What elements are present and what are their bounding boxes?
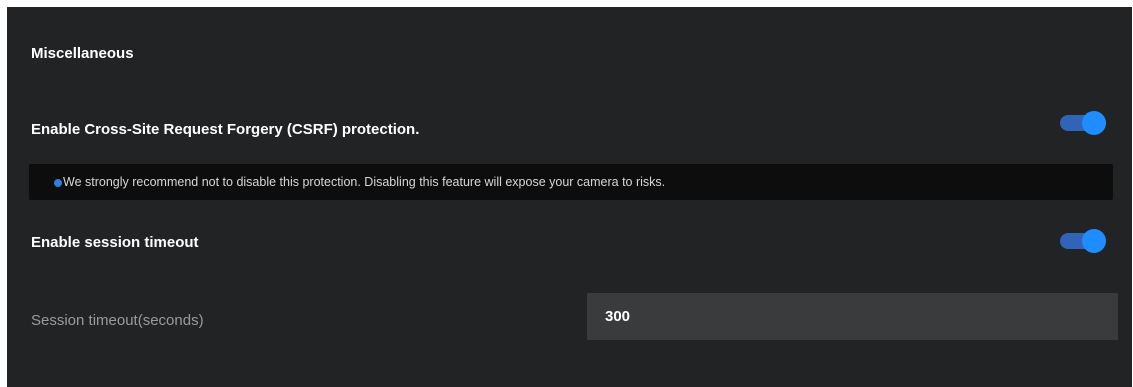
section-title: Miscellaneous — [31, 45, 134, 62]
session-timeout-seconds-label: Session timeout(seconds) — [31, 312, 204, 329]
info-dot-icon — [54, 179, 62, 187]
csrf-warning-box: We strongly recommend not to disable thi… — [29, 164, 1113, 200]
toggle-knob — [1082, 111, 1106, 135]
csrf-warning-text: We strongly recommend not to disable thi… — [63, 175, 666, 189]
session-timeout-toggle[interactable] — [1060, 229, 1106, 253]
miscellaneous-panel: Miscellaneous Enable Cross-Site Request … — [7, 7, 1132, 387]
csrf-protection-toggle[interactable] — [1060, 111, 1106, 135]
session-timeout-seconds-input[interactable] — [587, 293, 1118, 340]
csrf-protection-label: Enable Cross-Site Request Forgery (CSRF)… — [31, 121, 420, 138]
session-timeout-label: Enable session timeout — [31, 234, 199, 251]
toggle-knob — [1082, 229, 1106, 253]
